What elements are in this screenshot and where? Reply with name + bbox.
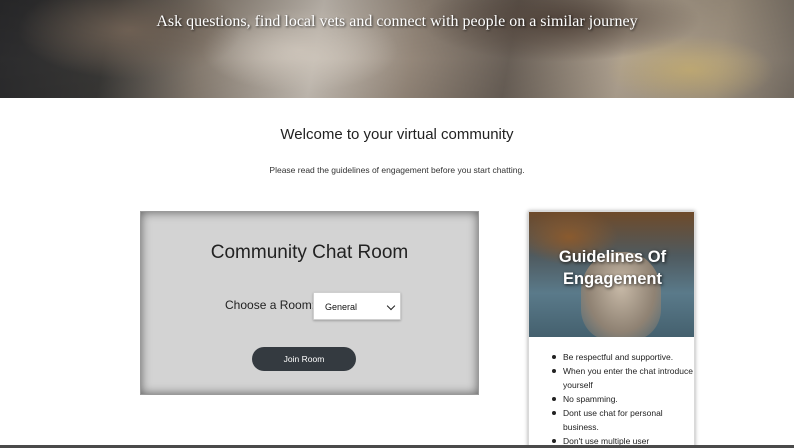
room-select[interactable]: General — [313, 292, 401, 320]
hero-tagline: Ask questions, find local vets and conne… — [156, 13, 638, 30]
guideline-item: No spamming. — [549, 392, 693, 406]
join-room-button[interactable]: Join Room — [252, 347, 356, 371]
guideline-item: Be respectful and supportive. — [549, 350, 693, 364]
welcome-subtitle: Please read the guidelines of engagement… — [269, 165, 525, 175]
guidelines-title: Guidelines Of Engagement — [558, 248, 667, 288]
guidelines-list: Be respectful and supportive. When you e… — [549, 350, 693, 448]
chat-room-card: Community Chat Room Choose a Room: Gener… — [140, 211, 479, 395]
chevron-down-icon — [386, 301, 396, 311]
room-select-value: General — [325, 302, 358, 312]
guideline-item: Dont use chat for personal business. — [549, 406, 693, 434]
chat-room-title: Community Chat Room — [210, 242, 409, 263]
room-select-label: Choose a Room: — [225, 298, 316, 312]
guidelines-card: Guidelines Of Engagement Be respectful a… — [528, 211, 695, 448]
guidelines-cat-image: Guidelines Of Engagement — [529, 212, 694, 337]
guideline-item: When you enter the chat introduce yourse… — [549, 364, 693, 392]
hero-banner: Ask questions, find local vets and conne… — [0, 0, 794, 98]
welcome-title: Welcome to your virtual community — [280, 126, 514, 143]
